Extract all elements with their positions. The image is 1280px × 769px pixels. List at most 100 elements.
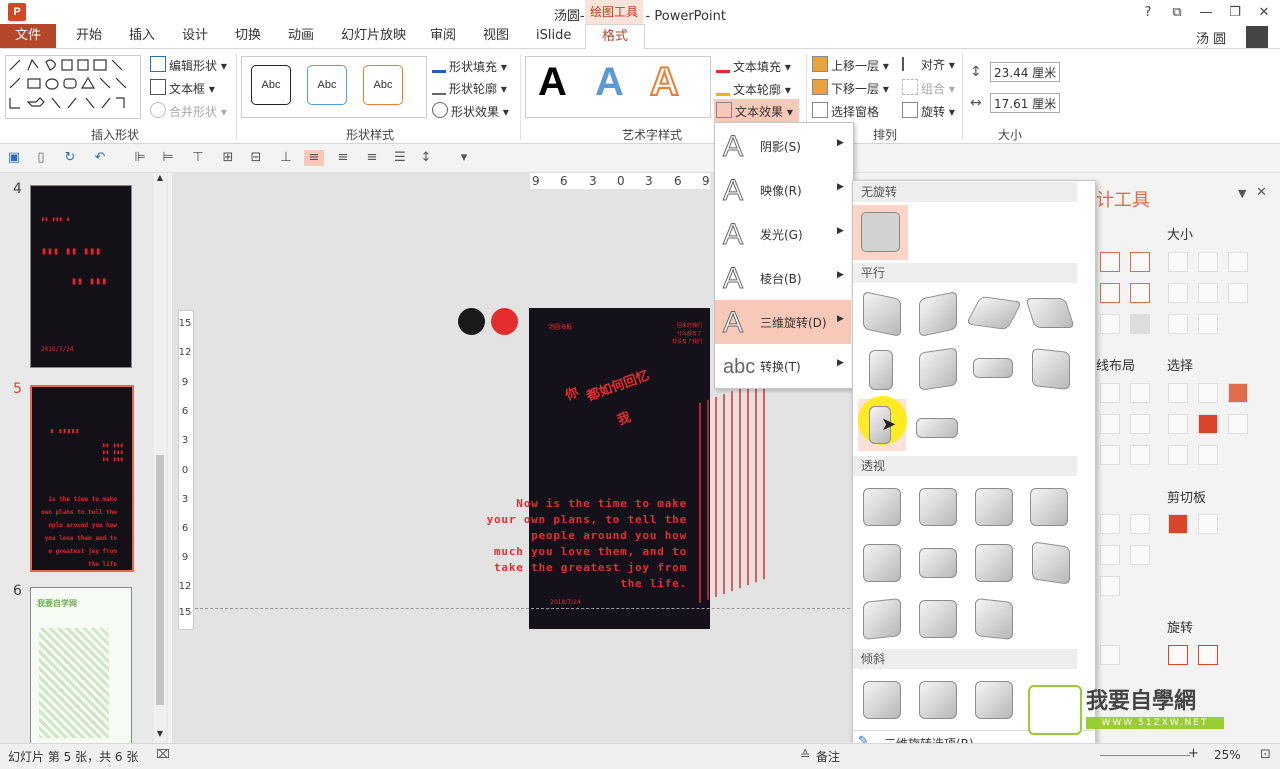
layout-icon[interactable] [1100,414,1120,434]
rotate-icon[interactable] [1100,645,1120,665]
tab-transitions[interactable]: 切换 [225,24,271,48]
rotation-perspective-3[interactable] [975,488,1013,526]
text-align-center-icon[interactable]: ≡ [335,150,351,166]
tab-format[interactable]: 格式 [585,24,645,50]
select-icon[interactable] [1168,414,1188,434]
text-effects-button[interactable]: 文本效果 ▾ [714,99,799,123]
help-icon[interactable]: ? [1134,3,1162,23]
align-button[interactable]: 对齐 ▾ [902,56,955,73]
rotate-icon[interactable] [1168,645,1188,665]
text-fill-button[interactable]: 文本填充 ▾ [716,56,791,75]
rotation-perspective-11[interactable] [975,598,1013,640]
rotation-parallel-1[interactable] [863,290,901,338]
height-input[interactable]: 23.44 厘米 [990,62,1060,82]
menu-item-glow[interactable]: A 发光(G) ▶ [715,212,851,256]
wordart-style-black[interactable]: A [538,60,567,105]
select-icon[interactable] [1198,414,1218,434]
menu-item-reflection[interactable]: A 映像(R) ▶ [715,168,851,212]
rotation-perspective-1[interactable] [863,488,901,526]
select-icon[interactable] [1198,383,1218,403]
tab-home[interactable]: 开始 [66,24,112,48]
rotation-parallel-8[interactable] [1032,348,1070,390]
edit-shape-button[interactable]: 编辑形状 ▾ [150,56,227,74]
zoom-in-icon[interactable]: + [1188,746,1199,761]
save-icon[interactable]: ▣ [6,150,22,166]
layout-icon[interactable] [1130,445,1150,465]
bring-forward-button[interactable]: 上移一层 ▾ [812,56,889,74]
selection-pane-button[interactable]: 选择窗格 [812,102,879,120]
rotation-perspective-7[interactable] [975,544,1013,582]
zoom-level[interactable]: 25% [1214,748,1241,762]
line-spacing-icon[interactable]: ↕ [418,150,434,166]
refresh-icon[interactable]: ↻ [62,150,78,166]
notes-button[interactable]: 备注 [816,748,840,765]
zoom-slider[interactable] [1100,755,1190,756]
rotate-icon[interactable] [1198,645,1218,665]
rotation-perspective-2[interactable] [919,488,957,526]
rotation-perspective-9[interactable] [863,598,901,640]
align-icon[interactable] [1130,252,1150,272]
tab-design[interactable]: 设计 [172,24,218,48]
scroll-down-icon[interactable]: ▼ [154,729,166,741]
layout-icon[interactable] [1130,414,1150,434]
shape-effects-button[interactable]: 形状效果 ▾ [432,102,509,120]
width-input[interactable]: 17.61 厘米 [990,93,1060,113]
grid-icon[interactable] [1130,314,1150,334]
shape-style-dark[interactable]: Abc [251,65,291,105]
rotation-parallel-10[interactable] [916,418,958,438]
size-icon[interactable] [1228,252,1248,272]
align-icon[interactable] [1100,252,1120,272]
tab-slideshow[interactable]: 幻灯片放映 [331,24,416,48]
black-color-dot[interactable] [458,308,485,335]
rotation-parallel-5[interactable] [869,350,893,390]
cursor-icon[interactable] [1228,414,1248,434]
user-name[interactable]: 汤 圆 [1196,28,1226,47]
chart-icon[interactable] [1130,283,1150,303]
rotation-parallel-2[interactable] [919,290,957,338]
rotation-parallel-6[interactable] [919,347,957,391]
text-box-button[interactable]: 文本框 ▾ [150,79,215,97]
size-icon[interactable] [1168,314,1188,334]
rotation-perspective-6[interactable] [919,548,957,578]
rotation-perspective-8[interactable] [1032,541,1070,585]
size-icon[interactable] [1198,314,1218,334]
size-icon[interactable] [1168,252,1188,272]
slide-thumbnail-4[interactable]: ▮▮ ▮▮▮ ▮ ▮▮▮ ▮▮ ▮▮▮ ▮▮ ▮▮▮ 2018/7/24 [30,185,132,368]
minimize-button[interactable]: — [1192,3,1220,23]
shape-style-orange[interactable]: Abc [363,65,403,105]
justify-icon[interactable]: ☰ [392,150,408,166]
size-icon[interactable] [1198,252,1218,272]
scissors-icon[interactable] [1100,576,1120,596]
tab-insert[interactable]: 插入 [119,24,165,48]
shape-fill-button[interactable]: 形状填充 ▾ [432,56,507,75]
menu-item-3d-rotation[interactable]: A 三维旋转(D) ▶ [715,300,851,344]
close-window-button[interactable]: ✕ [1250,3,1278,23]
align-icon[interactable] [1100,314,1120,334]
rotation-perspective-5[interactable] [863,544,901,582]
rotation-parallel-7[interactable] [973,358,1013,378]
avatar[interactable] [1246,26,1268,48]
tab-view[interactable]: 视图 [473,24,519,48]
scroll-up-icon[interactable]: ▲ [154,173,166,185]
pen-icon[interactable] [1228,383,1248,403]
tab-review[interactable]: 审阅 [420,24,466,48]
tab-islide[interactable]: iSlide [526,24,581,48]
shape-outline-button[interactable]: 形状轮廓 ▾ [432,79,507,97]
align-icon[interactable] [1100,283,1120,303]
shape-style-blue[interactable]: Abc [307,65,347,105]
shapes-gallery[interactable] [5,55,141,119]
size-icon[interactable] [1168,283,1188,303]
align-center-icon[interactable]: ⊨ [160,150,176,166]
align-top-icon[interactable]: ⊤ [190,150,206,166]
thumbnail-scrollbar[interactable]: ▲ ▼ [154,173,166,743]
send-backward-button[interactable]: 下移一层 ▾ [812,79,889,97]
clip-icon[interactable] [1100,514,1120,534]
layout-icon[interactable] [1100,445,1120,465]
menu-item-transform[interactable]: abc 转换(T) ▶ [715,344,851,388]
wordart-style-blue[interactable]: A [595,60,624,105]
tab-file[interactable]: 文件 [0,24,56,48]
text-outline-button[interactable]: 文本轮廓 ▾ [716,79,791,98]
customize-qat-icon[interactable]: ▾ [456,150,472,166]
copy-icon[interactable] [1198,514,1218,534]
rotate-button[interactable]: 旋转 ▾ [902,102,955,120]
